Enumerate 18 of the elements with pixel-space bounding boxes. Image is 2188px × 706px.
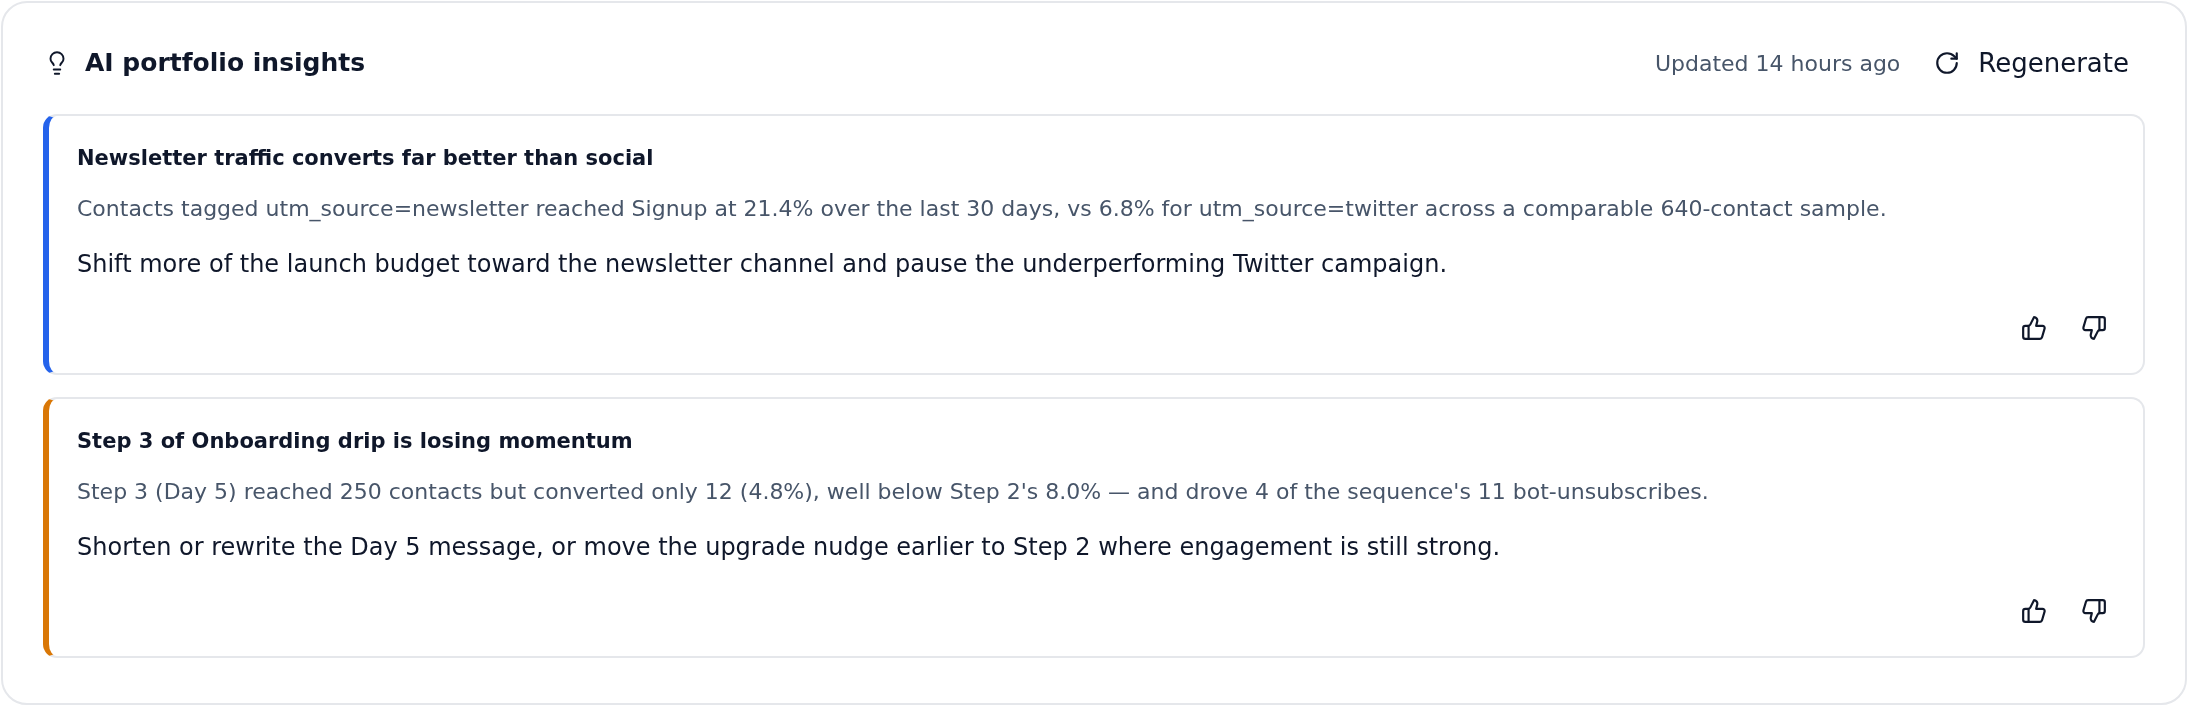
thumbs-down-button[interactable] — [2081, 315, 2107, 341]
thumbs-up-button[interactable] — [2021, 598, 2047, 624]
insight-title: Newsletter traffic converts far better than social — [77, 145, 655, 172]
thumbs-up-icon — [2021, 315, 2047, 341]
thumbs-up-button[interactable] — [2021, 315, 2047, 341]
refresh-icon — [1934, 50, 1961, 76]
updated-time: Updated 14 hours ago — [1654, 49, 1901, 78]
thumbs-up-icon — [2021, 598, 2047, 624]
thumbs-down-icon — [2081, 598, 2107, 624]
insight-evidence: Contacts tagged utm_source=newsletter reached Signup at 21.4% over the last 30 days, vs 6.8% for utm_source=twitter across a comparable 640-contact sample. — [77, 195, 1888, 223]
thumbs-down-icon — [2081, 315, 2107, 341]
insight-title: Step 3 of Onboarding drip is losing momentum — [77, 428, 634, 455]
thumbs-down-button[interactable] — [2081, 598, 2107, 624]
panel-title: AI portfolio insights — [85, 47, 366, 80]
insight-evidence: Step 3 (Day 5) reached 250 contacts but converted only 12 (4.8%), well below Step 2's 8.0% — and drove 4 of the sequence's 11 bot-unsubscribes. — [77, 478, 1710, 506]
insight-recommendation: Shift more of the launch budget toward the newsletter channel and pause the underperforming Twitter campaign. — [77, 249, 1448, 279]
regenerate-button[interactable]: Regenerate — [1934, 43, 2129, 83]
insight-recommendation: Shorten or rewrite the Day 5 message, or move the upgrade nudge earlier to Step 2 where engagement is still strong. — [77, 532, 1502, 562]
